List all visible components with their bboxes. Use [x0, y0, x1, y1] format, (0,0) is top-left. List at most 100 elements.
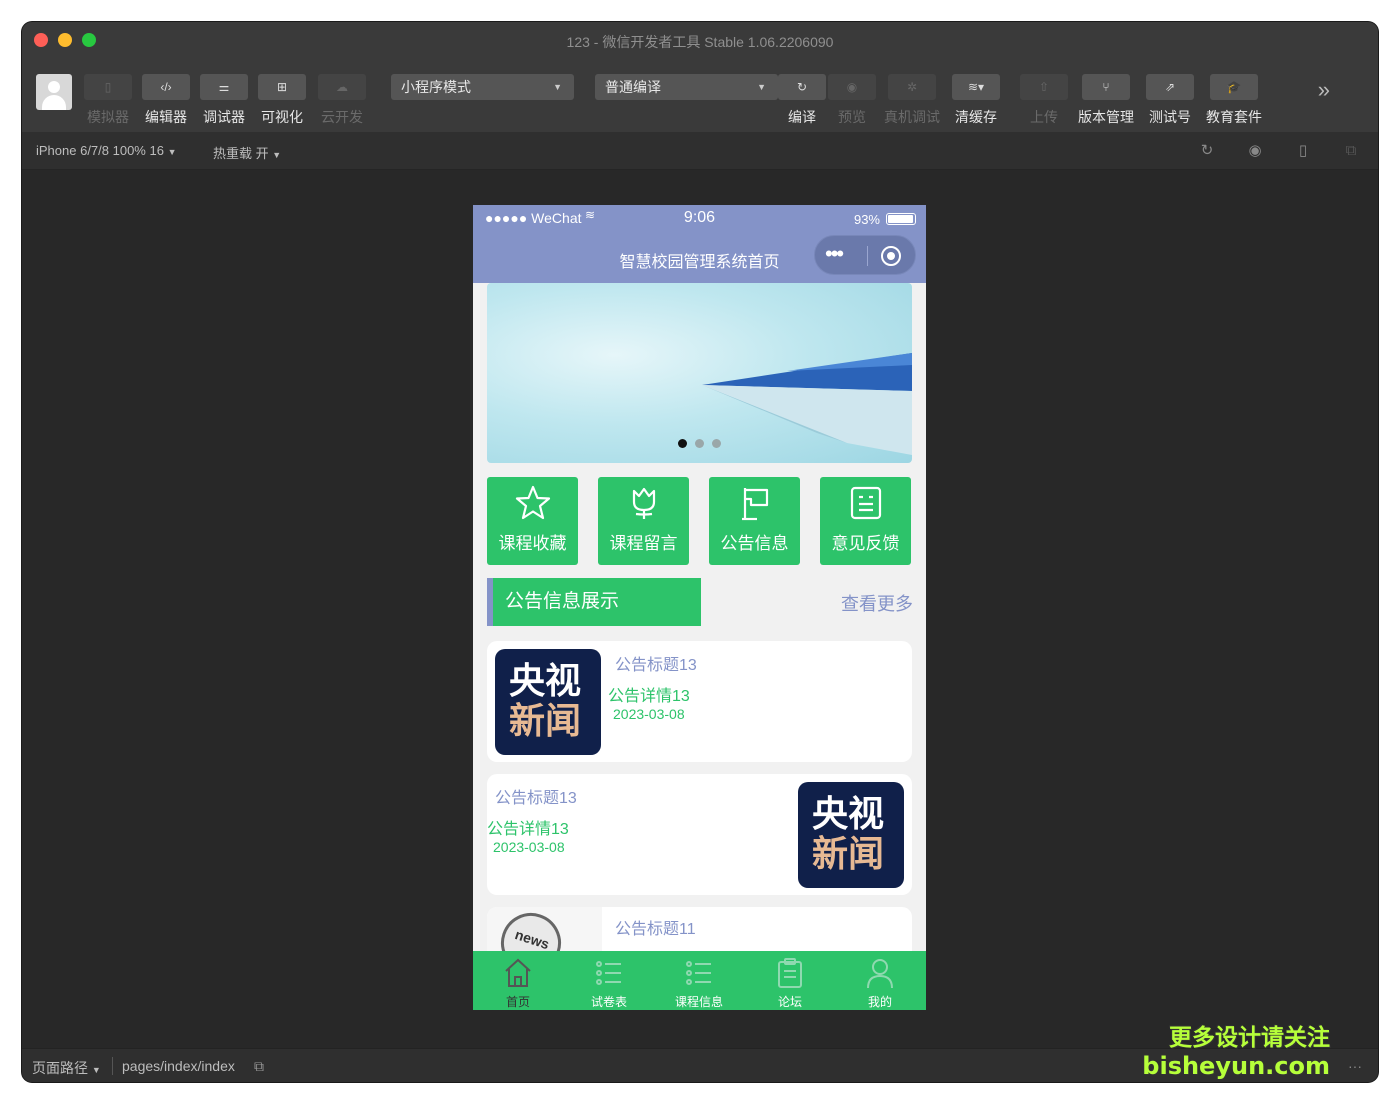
menu-label: 公告信息 [720, 534, 789, 553]
version-button[interactable]: ⑂ 版本管理 [1078, 74, 1134, 127]
preview-label: 预览 [838, 109, 866, 125]
edu-kit-label: 教育套件 [1206, 109, 1262, 125]
record-icon[interactable]: ◉ [1246, 142, 1264, 160]
banner-carousel[interactable] [487, 283, 912, 463]
tab-bar: 首页 试卷表 课程信息 论坛 我的 [473, 951, 926, 1010]
page-path-value: pages/index/index [122, 1058, 235, 1074]
detach-window-icon[interactable]: ⧉ [1342, 142, 1360, 160]
simulator-subbar: iPhone 6/7/8 100% 16 ▼ 热重载 开 ▼ ↻ ◉ ▯ ⧉ [22, 132, 1378, 170]
nav-bar: 智慧校园管理系统首页 ••• [473, 231, 926, 283]
notice-title: 公告标题13 [495, 790, 577, 807]
more-toolbar-icon[interactable]: » [1318, 77, 1330, 103]
simulator-area: ●●●●● WeChat ≋ 9:06 93% 智慧校园管理系统首页 ••• 课… [22, 170, 1378, 1048]
battery-percent: 93% [853, 212, 880, 227]
graduation-cap-icon: 🎓 [1210, 74, 1258, 100]
status-bar: ●●●●● WeChat ≋ 9:06 93% [473, 205, 926, 231]
tab-mine[interactable]: 我的 [835, 951, 925, 1010]
debugger-button[interactable]: ⚌ 调试器 [200, 74, 248, 127]
test-account-label: 测试号 [1149, 109, 1191, 125]
notice-card[interactable]: 央视 新闻 公告标题13 公告详情13 2023-03-08 [487, 641, 912, 762]
menu-label: 课程留言 [609, 534, 678, 553]
logo-text-1: 央视 [509, 660, 582, 701]
watermark: 更多设计请关注 bisheyun.com [1142, 1018, 1330, 1080]
device-icon[interactable]: ▯ [1294, 142, 1312, 160]
upload-button[interactable]: ⇧ 上传 [1020, 74, 1068, 127]
toolbar: ▯ 模拟器 ‹/› 编辑器 ⚌ 调试器 ⊞ 可视化 ☁ 云开发 小程序模式 ▼ … [22, 60, 1378, 132]
mode-select-value: 小程序模式 [401, 79, 471, 95]
device-select-value: iPhone 6/7/8 100% 16 [36, 143, 164, 158]
notice-detail: 公告详情13 [487, 821, 569, 838]
clear-cache-button[interactable]: ≋▾ 清缓存 [952, 74, 1000, 127]
window-title: 123 - 微信开发者工具 Stable 1.06.2206090 [566, 34, 834, 50]
chevron-down-icon: ▼ [91, 1065, 101, 1075]
compile-button[interactable]: ↻ 编译 [778, 74, 826, 127]
chevron-down-icon: ▼ [167, 147, 177, 157]
carousel-dots [487, 435, 912, 453]
more-options-icon[interactable]: ••• [825, 243, 844, 265]
preview-button[interactable]: ◉ 预览 [828, 74, 876, 127]
cctv-news-logo: 央视 新闻 [495, 649, 601, 755]
more-options-icon[interactable]: ··· [1348, 1058, 1362, 1074]
list-icon [596, 961, 621, 985]
view-more-link[interactable]: 查看更多 [841, 590, 913, 616]
tab-label: 我的 [867, 995, 892, 1009]
hot-reload-select[interactable]: 热重载 开 ▼ [213, 143, 281, 162]
menu-course-favorites[interactable]: 课程收藏 [487, 477, 578, 565]
rotate-icon[interactable]: ↻ [1198, 142, 1216, 160]
notice-date: 2023-03-08 [613, 706, 685, 722]
logo-text-1: 央视 [812, 793, 885, 834]
logo-text-2: 新闻 [812, 833, 885, 874]
notice-card[interactable]: 公告标题13 公告详情13 2023-03-08 央视 新闻 [487, 774, 912, 895]
cloud-dev-button[interactable]: ☁ 云开发 [318, 74, 366, 127]
clipboard-icon [778, 958, 802, 988]
notice-detail: 公告详情13 [608, 688, 690, 705]
carousel-dot-3[interactable] [712, 439, 721, 448]
eye-icon: ◉ [828, 74, 876, 100]
simulator-label: 模拟器 [87, 109, 129, 125]
menu-feedback[interactable]: 意见反馈 [820, 477, 911, 565]
upload-label: 上传 [1030, 109, 1058, 125]
cctv-news-logo: 央视 新闻 [798, 782, 904, 888]
phone-icon: ▯ [84, 74, 132, 100]
device-select[interactable]: iPhone 6/7/8 100% 16 ▼ [36, 143, 176, 158]
compile-select[interactable]: 普通编译 ▼ [595, 74, 778, 100]
tab-exam-papers[interactable]: 试卷表 [564, 951, 654, 1010]
devtools-window: 123 - 微信开发者工具 Stable 1.06.2206090 ▯ 模拟器 … [22, 22, 1378, 1082]
avatar[interactable] [36, 74, 72, 110]
notice-title: 公告标题11 [615, 921, 696, 938]
simulator-button[interactable]: ▯ 模拟器 [84, 74, 132, 127]
menu-notices[interactable]: 公告信息 [709, 477, 800, 565]
version-label: 版本管理 [1078, 109, 1134, 125]
star-icon [515, 485, 551, 520]
feedback-icon [850, 486, 882, 520]
tab-label: 论坛 [777, 995, 802, 1009]
edu-kit-button[interactable]: 🎓 教育套件 [1206, 74, 1262, 127]
visual-button[interactable]: ⊞ 可视化 [258, 74, 306, 127]
page-path-select[interactable]: 页面路径 ▼ [32, 1058, 101, 1078]
tab-course-info[interactable]: 课程信息 [654, 951, 744, 1010]
battery-icon [886, 213, 916, 225]
carousel-dot-2[interactable] [695, 439, 704, 448]
cloud-dev-label: 云开发 [321, 109, 363, 125]
mode-select[interactable]: 小程序模式 ▼ [391, 74, 574, 100]
layout-icon: ⊞ [258, 74, 306, 100]
menu-course-messages[interactable]: 课程留言 [598, 477, 689, 565]
editor-button[interactable]: ‹/› 编辑器 [142, 74, 190, 127]
remote-debug-label: 真机调试 [884, 109, 940, 125]
tab-label: 试卷表 [590, 995, 627, 1009]
carousel-dot-1[interactable] [678, 439, 687, 448]
test-account-button[interactable]: ⇗ 测试号 [1146, 74, 1194, 127]
tab-home[interactable]: 首页 [473, 951, 563, 1010]
tab-label: 课程信息 [674, 995, 723, 1009]
remote-debug-button[interactable]: ✲ 真机调试 [884, 74, 940, 127]
bug-icon: ✲ [888, 74, 936, 100]
refresh-icon: ↻ [778, 74, 826, 100]
home-icon [505, 958, 531, 987]
code-icon: ‹/› [142, 74, 190, 100]
close-miniprogram-icon[interactable] [881, 246, 901, 266]
external-link-icon: ⇗ [1146, 74, 1194, 100]
copy-icon[interactable]: ⧉ [254, 1058, 264, 1075]
tulip-icon [632, 487, 656, 519]
title-bar: 123 - 微信开发者工具 Stable 1.06.2206090 [22, 22, 1378, 60]
tab-forum[interactable]: 论坛 [745, 951, 835, 1010]
